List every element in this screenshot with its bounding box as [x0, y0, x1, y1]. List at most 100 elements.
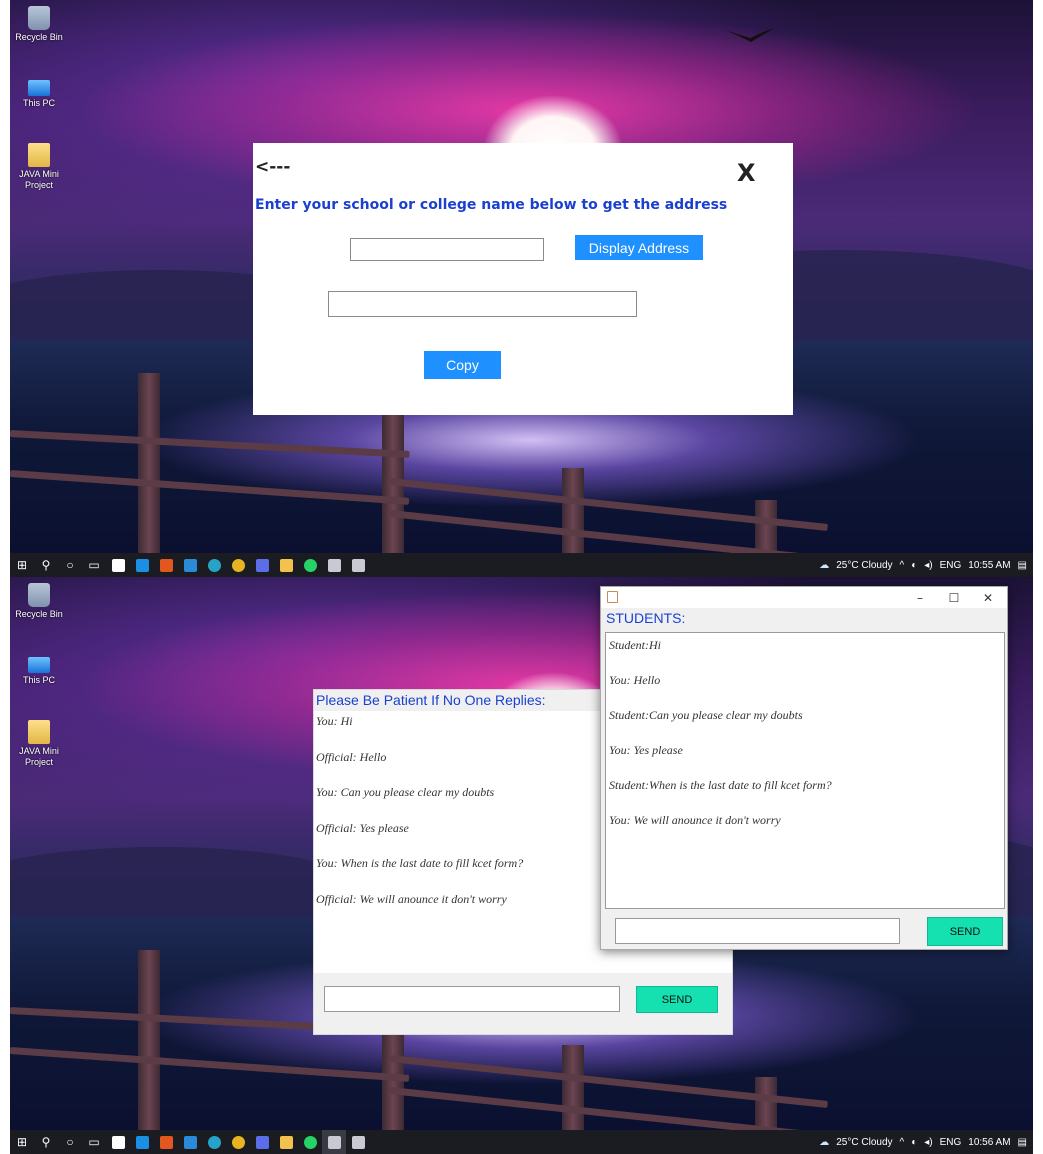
close-button[interactable]: ✕: [971, 587, 1005, 608]
desktop-icon-java-mini-project[interactable]: JAVA Mini Project: [14, 720, 64, 768]
taskbar-pinned-apps: ⊞ ⚲ ○ ▭: [10, 553, 370, 577]
school-name-input[interactable]: [350, 238, 544, 261]
vscode-icon[interactable]: [178, 553, 202, 577]
chat-message: You: Hello: [609, 673, 661, 687]
search-icon[interactable]: ⚲: [34, 1130, 58, 1154]
task-view-icon[interactable]: ▭: [82, 553, 106, 577]
desktop-icon-this-pc[interactable]: This PC: [14, 653, 64, 686]
volume-icon[interactable]: ◂): [924, 1137, 932, 1148]
weather-text[interactable]: 25°C Cloudy: [836, 560, 892, 571]
copy-button[interactable]: Copy: [424, 351, 501, 379]
bird-silhouette: [725, 28, 775, 42]
vscode-icon[interactable]: [178, 1130, 202, 1154]
notification-icon[interactable]: ▤: [1018, 1137, 1027, 1148]
mail-icon[interactable]: [130, 553, 154, 577]
recycle-bin-icon: [28, 6, 50, 30]
edge-icon[interactable]: [202, 1130, 226, 1154]
clock[interactable]: 10:56 AM: [968, 1137, 1010, 1148]
display-address-button[interactable]: Display Address: [575, 235, 703, 260]
address-finder-window: <--- X Enter your school or college name…: [253, 143, 793, 415]
office-icon[interactable]: [154, 1130, 178, 1154]
weather-icon[interactable]: ☁: [819, 1137, 829, 1148]
minimize-button[interactable]: –: [903, 587, 937, 608]
java-app-icon-2[interactable]: [346, 1130, 370, 1154]
file-explorer-icon[interactable]: [274, 1130, 298, 1154]
mail-icon[interactable]: [130, 1130, 154, 1154]
start-icon[interactable]: ⊞: [10, 1130, 34, 1154]
taskbar: ⊞ ⚲ ○ ▭ ☁ 25°C Cloudy ^ ◐ ◂) ENG 10:56 A…: [10, 1130, 1033, 1154]
recycle-bin-icon: [28, 583, 50, 607]
start-icon[interactable]: ⊞: [10, 553, 34, 577]
desktop-screenshot-1: Recycle Bin This PC JAVA Mini Project <-…: [10, 0, 1033, 577]
desktop-icon-recycle-bin[interactable]: Recycle Bin: [14, 6, 64, 43]
task-view-icon[interactable]: ▭: [82, 1130, 106, 1154]
store-icon[interactable]: [106, 553, 130, 577]
desktop-icon-recycle-bin[interactable]: Recycle Bin: [14, 583, 64, 620]
clock[interactable]: 10:55 AM: [968, 560, 1010, 571]
send-button[interactable]: SEND: [636, 986, 718, 1013]
app-icon[interactable]: [250, 1130, 274, 1154]
maximize-button[interactable]: ☐: [937, 587, 971, 608]
address-instructions: Enter your school or college name below …: [255, 197, 728, 213]
desktop-icon-label: Recycle Bin: [15, 32, 63, 42]
java-app-icon[interactable]: [322, 1130, 346, 1154]
chat-log: Student:Hi You: Hello Student:Can you pl…: [605, 632, 1005, 909]
store-icon[interactable]: [106, 1130, 130, 1154]
whatsapp-icon[interactable]: [298, 553, 322, 577]
students-heading: STUDENTS:: [606, 610, 686, 626]
search-icon[interactable]: ⚲: [34, 553, 58, 577]
title-bar[interactable]: – ☐ ✕: [601, 587, 1007, 608]
app-icon[interactable]: [250, 553, 274, 577]
cortana-icon[interactable]: ○: [58, 553, 82, 577]
desktop-icon-label: JAVA Mini Project: [19, 746, 59, 767]
desktop-icon-label: This PC: [22, 675, 55, 685]
chrome-icon[interactable]: [226, 1130, 250, 1154]
system-tray: ☁ 25°C Cloudy ^ ◐ ◂) ENG 10:55 AM ▤: [812, 553, 1033, 577]
desktop-icon-java-mini-project[interactable]: JAVA Mini Project: [14, 143, 64, 191]
notification-icon[interactable]: ▤: [1018, 560, 1027, 571]
weather-text[interactable]: 25°C Cloudy: [836, 1137, 892, 1148]
desktop-screenshot-2: Recycle Bin This PC JAVA Mini Project Pl…: [10, 577, 1033, 1154]
close-button[interactable]: X: [737, 159, 756, 187]
chrome-icon[interactable]: [226, 553, 250, 577]
taskbar-pinned-apps: ⊞ ⚲ ○ ▭: [10, 1130, 370, 1154]
cortana-icon[interactable]: ○: [58, 1130, 82, 1154]
network-icon[interactable]: ◐: [911, 1137, 917, 1148]
desktop-icon-this-pc[interactable]: This PC: [14, 76, 64, 109]
send-button[interactable]: SEND: [927, 917, 1003, 946]
java-app-icon[interactable]: [322, 553, 346, 577]
address-output-field[interactable]: [328, 291, 637, 317]
weather-icon[interactable]: ☁: [819, 560, 829, 571]
desktop-icon-label: This PC: [22, 98, 55, 108]
language-indicator[interactable]: ENG: [940, 560, 962, 571]
show-hidden-icons-icon[interactable]: ^: [900, 1137, 905, 1148]
window-controls: – ☐ ✕: [903, 587, 1005, 608]
file-explorer-icon[interactable]: [274, 553, 298, 577]
system-tray: ☁ 25°C Cloudy ^ ◐ ◂) ENG 10:56 AM ▤: [812, 1130, 1033, 1154]
chat-message: Student:Can you please clear my doubts: [609, 708, 803, 722]
show-hidden-icons-icon[interactable]: ^: [900, 560, 905, 571]
computer-icon: [28, 80, 50, 96]
folder-icon: [28, 720, 50, 744]
back-button[interactable]: <---: [255, 157, 290, 177]
volume-icon[interactable]: ◂): [924, 560, 932, 571]
whatsapp-icon[interactable]: [298, 1130, 322, 1154]
chat-message: Student:Hi: [609, 638, 661, 652]
chat-message: You: Yes please: [609, 743, 683, 757]
students-chat-window: – ☐ ✕ STUDENTS: Student:Hi You: Hello St…: [600, 586, 1008, 950]
network-icon[interactable]: ◐: [911, 560, 917, 571]
chat-message: Student:When is the last date to fill kc…: [609, 778, 832, 792]
chat-message-input[interactable]: [615, 918, 900, 944]
chat-message: You: We will anounce it don't worry: [609, 813, 781, 827]
folder-icon: [28, 143, 50, 167]
office-icon[interactable]: [154, 553, 178, 577]
taskbar: ⊞ ⚲ ○ ▭ ☁ 25°C Cloudy ^ ◐ ◂) ENG 10:55 A…: [10, 553, 1033, 577]
computer-icon: [28, 657, 50, 673]
language-indicator[interactable]: ENG: [940, 1137, 962, 1148]
chat-message-input[interactable]: [324, 986, 620, 1012]
desktop-icon-label: Recycle Bin: [15, 609, 63, 619]
java-icon: [607, 591, 618, 603]
java-app-icon-2[interactable]: [346, 553, 370, 577]
edge-icon[interactable]: [202, 553, 226, 577]
desktop-icon-label: JAVA Mini Project: [19, 169, 59, 190]
